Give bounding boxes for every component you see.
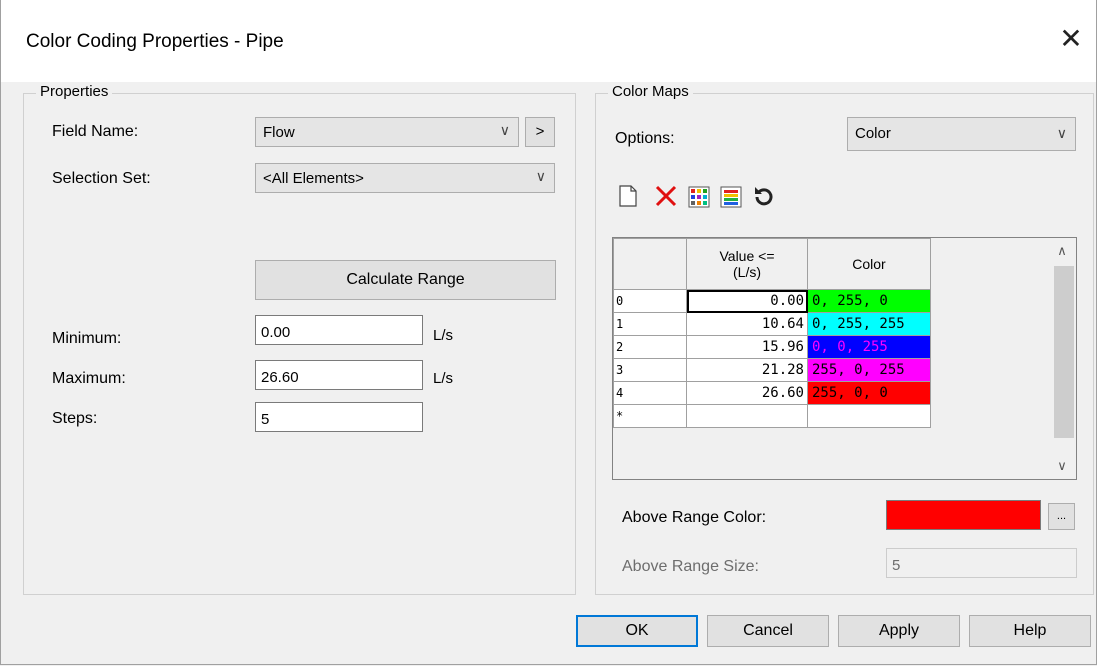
maximum-input[interactable] <box>255 360 423 390</box>
row-header-corner <box>613 238 687 290</box>
new-row-marker: * <box>613 404 687 428</box>
maximum-label: Maximum: <box>52 370 126 387</box>
color-cell[interactable]: 255, 0, 0 <box>807 381 931 405</box>
table-row[interactable]: 2 15.96 0, 0, 255 <box>613 335 931 359</box>
options-label: Options: <box>615 130 675 147</box>
selection-set-value: <All Elements> <box>263 170 364 187</box>
color-palette-icon[interactable] <box>688 186 712 210</box>
scroll-down-icon[interactable]: ∨ <box>1048 453 1076 479</box>
steps-input[interactable] <box>255 402 423 432</box>
maximum-unit: L/s <box>433 370 454 387</box>
help-button[interactable]: Help <box>969 615 1091 647</box>
value-cell[interactable]: 26.60 <box>686 381 808 405</box>
row-index[interactable]: 4 <box>613 381 687 405</box>
options-value: Color <box>855 125 891 142</box>
cancel-button[interactable]: Cancel <box>707 615 829 647</box>
reset-icon[interactable] <box>752 184 776 208</box>
selection-set-label: Selection Set: <box>52 170 151 187</box>
value-column-header[interactable]: Value <= (L/s) <box>686 238 808 290</box>
color-maps-group-label: Color Maps <box>608 83 693 100</box>
color-ramp-icon[interactable] <box>720 186 744 210</box>
scroll-thumb[interactable] <box>1054 266 1074 438</box>
field-name-more-button[interactable]: > <box>525 117 555 147</box>
above-range-color-more-button[interactable]: ... <box>1048 503 1075 530</box>
above-range-color-swatch[interactable] <box>886 500 1041 530</box>
value-header-line1: Value <= <box>719 248 775 264</box>
field-name-value: Flow <box>263 124 295 141</box>
color-coding-dialog: Color Coding Properties - Pipe ✕ Propert… <box>0 0 1097 665</box>
value-cell[interactable]: 10.64 <box>686 312 808 336</box>
chevron-down-icon: ∨ <box>499 122 510 138</box>
options-dropdown[interactable]: Color ∨ <box>847 117 1076 151</box>
table-row[interactable]: 0 0.00 0, 255, 0 <box>613 289 931 313</box>
minimum-label: Minimum: <box>52 330 122 347</box>
value-cell[interactable]: 21.28 <box>686 358 808 382</box>
table-row[interactable]: 4 26.60 255, 0, 0 <box>613 381 931 405</box>
color-cell[interactable]: 255, 0, 255 <box>807 358 931 382</box>
delete-icon[interactable] <box>654 184 678 208</box>
field-name-dropdown[interactable]: Flow ∨ <box>255 117 519 147</box>
selection-set-dropdown[interactable]: <All Elements> ∨ <box>255 163 555 193</box>
chevron-down-icon: ∨ <box>1056 125 1067 141</box>
chevron-down-icon: ∨ <box>535 168 546 184</box>
new-row[interactable]: * <box>613 404 931 428</box>
minimum-input[interactable] <box>255 315 423 345</box>
row-index[interactable]: 2 <box>613 335 687 359</box>
title-bar: Color Coding Properties - Pipe ✕ <box>1 0 1096 82</box>
apply-button[interactable]: Apply <box>838 615 960 647</box>
table-row[interactable]: 1 10.64 0, 255, 255 <box>613 312 931 336</box>
color-cell[interactable]: 0, 0, 255 <box>807 335 931 359</box>
dialog-title: Color Coding Properties - Pipe <box>26 31 284 52</box>
new-icon[interactable] <box>616 184 640 208</box>
table-row[interactable]: 3 21.28 255, 0, 255 <box>613 358 931 382</box>
color-cell[interactable]: 0, 255, 0 <box>807 289 931 313</box>
value-cell[interactable]: 0.00 <box>686 289 808 313</box>
field-name-label: Field Name: <box>52 123 139 140</box>
row-index[interactable]: 1 <box>613 312 687 336</box>
color-cell[interactable]: 0, 255, 255 <box>807 312 931 336</box>
value-cell[interactable]: 15.96 <box>686 335 808 359</box>
close-icon[interactable]: ✕ <box>1054 22 1088 56</box>
above-range-size-label: Above Range Size: <box>622 558 759 575</box>
color-column-header[interactable]: Color <box>807 238 931 290</box>
row-index[interactable]: 0 <box>613 289 687 313</box>
table-scrollbar[interactable]: ∧ ∨ <box>1048 238 1076 479</box>
value-header-line2: (L/s) <box>733 264 761 280</box>
above-range-color-label: Above Range Color: <box>622 509 767 526</box>
steps-label: Steps: <box>52 410 98 427</box>
calculate-range-button[interactable]: Calculate Range <box>255 260 556 300</box>
properties-group-label: Properties <box>36 83 113 100</box>
row-index[interactable]: 3 <box>613 358 687 382</box>
above-range-size-input[interactable] <box>886 548 1077 578</box>
minimum-unit: L/s <box>433 327 454 344</box>
new-color-cell[interactable] <box>807 404 931 428</box>
scroll-up-icon[interactable]: ∧ <box>1048 238 1076 264</box>
ok-button[interactable]: OK <box>576 615 698 647</box>
color-map-table[interactable]: Value <= (L/s) Color 0 0.00 0, 255, 0 1 10.6… <box>612 237 1077 480</box>
new-value-cell[interactable] <box>686 404 808 428</box>
